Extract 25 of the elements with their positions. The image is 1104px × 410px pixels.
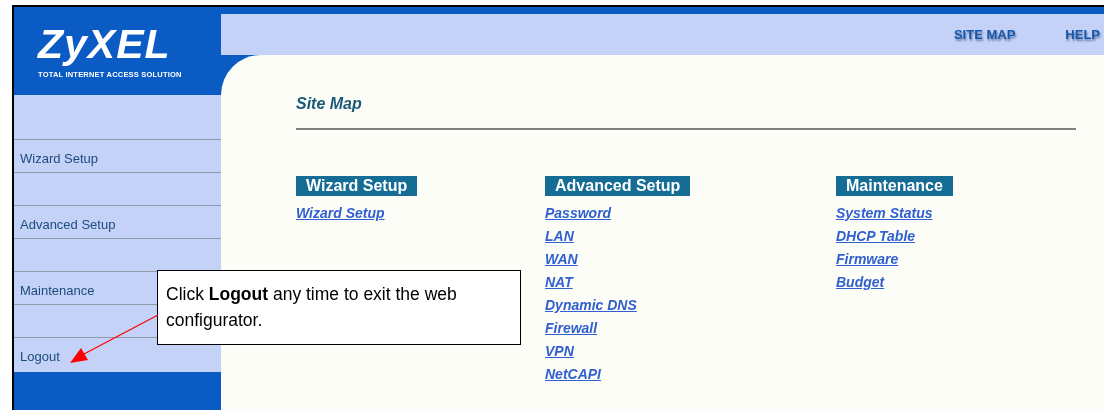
sidebar-item[interactable]: Advanced Setup: [20, 217, 116, 232]
page-link[interactable]: NAT: [545, 271, 573, 294]
sidebar-item[interactable]: Maintenance: [20, 283, 95, 298]
page-link[interactable]: Password: [545, 202, 612, 225]
page-link[interactable]: Firmware: [836, 248, 899, 271]
page-link[interactable]: Budget: [836, 271, 885, 294]
header-link[interactable]: SITE MAP: [953, 27, 1016, 42]
page-link[interactable]: System Status: [836, 202, 933, 225]
page-link[interactable]: VPN: [545, 340, 574, 363]
page-link[interactable]: WAN: [545, 248, 578, 271]
section-heading: Maintenance: [836, 176, 953, 196]
sidebar-item[interactable]: Wizard Setup: [20, 151, 99, 166]
logo-wordmark: ZyXEL: [38, 24, 172, 64]
sidebar-item[interactable]: Logout: [20, 349, 60, 364]
page-title: Site Map: [296, 95, 363, 113]
section-heading: Wizard Setup: [296, 176, 418, 196]
callout: Click Logout any time to exit the web configurator.: [157, 270, 521, 345]
page-link[interactable]: Wizard Setup: [296, 202, 385, 225]
page-link[interactable]: Dynamic DNS: [545, 294, 637, 317]
page-link[interactable]: DHCP Table: [836, 225, 916, 248]
page-link[interactable]: Firewall: [545, 317, 598, 340]
page-link[interactable]: LAN: [545, 225, 574, 248]
header-link[interactable]: HELP: [1065, 27, 1100, 42]
section-heading: Advanced Setup: [545, 176, 691, 196]
page-link[interactable]: NetCAPI: [545, 363, 601, 386]
